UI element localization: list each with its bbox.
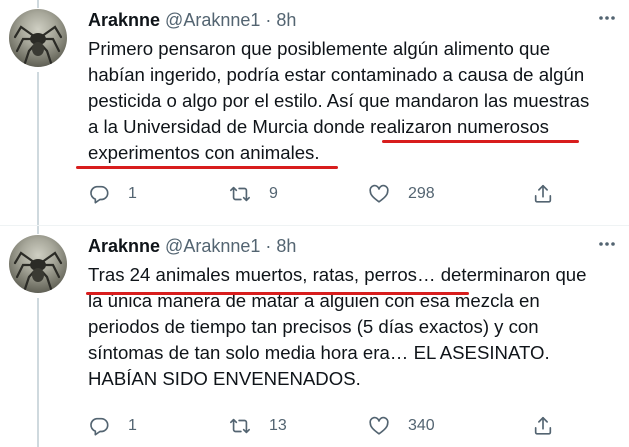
tweet-text: Tras 24 animales muertos, ratas, perros…… <box>88 264 587 389</box>
red-underline <box>76 166 338 169</box>
retweet-icon <box>230 186 250 202</box>
author-handle[interactable]: @Araknne1 <box>165 10 260 30</box>
timestamp[interactable]: 8h <box>276 10 296 30</box>
tweet-1[interactable]: Araknne @Araknne1 · 8h Primero pensaron … <box>0 0 629 226</box>
like-icon <box>369 416 389 435</box>
retweet-count: 9 <box>269 185 278 202</box>
tweet-header: Araknne @Araknne1 · 8h <box>88 9 296 31</box>
red-underline <box>86 292 469 295</box>
share-button[interactable] <box>532 181 554 207</box>
retweet-icon <box>230 418 250 434</box>
thread-line <box>37 298 39 447</box>
thread-line <box>37 72 39 226</box>
reply-button[interactable]: 1 <box>88 413 137 439</box>
avatar[interactable] <box>9 235 67 293</box>
retweet-button[interactable]: 9 <box>229 181 278 207</box>
share-icon <box>534 184 552 203</box>
like-icon <box>369 184 389 203</box>
more-icon[interactable] <box>595 232 619 256</box>
reply-count: 1 <box>128 417 137 434</box>
more-icon[interactable] <box>595 6 619 30</box>
tweet-actions: 1 13 340 <box>88 413 558 439</box>
author-handle[interactable]: @Araknne1 <box>165 236 260 256</box>
like-count: 298 <box>408 185 435 202</box>
retweet-button[interactable]: 13 <box>229 413 287 439</box>
separator-dot: · <box>265 10 272 30</box>
avatar[interactable] <box>9 9 67 67</box>
reply-count: 1 <box>128 185 137 202</box>
retweet-count: 13 <box>269 417 287 434</box>
thread-line-top <box>37 226 39 234</box>
author-name[interactable]: Araknne <box>88 10 160 30</box>
tweet-divider <box>0 225 629 226</box>
share-button[interactable] <box>532 413 554 439</box>
like-button[interactable]: 298 <box>368 181 435 207</box>
thread-line-top <box>37 0 39 8</box>
like-button[interactable]: 340 <box>368 413 435 439</box>
tweet-text: Primero pensaron que posiblemente algún … <box>88 38 590 163</box>
tweet-header: Araknne @Araknne1 · 8h <box>88 235 296 257</box>
separator-dot: · <box>265 236 272 256</box>
tweet-actions: 1 9 298 <box>88 181 558 207</box>
tweet-2[interactable]: Araknne @Araknne1 · 8h Tras 24 animales … <box>0 226 629 447</box>
reply-icon <box>90 185 109 204</box>
red-underline <box>382 140 579 143</box>
author-name[interactable]: Araknne <box>88 236 160 256</box>
share-icon <box>534 416 552 435</box>
like-count: 340 <box>408 417 435 434</box>
timestamp[interactable]: 8h <box>276 236 296 256</box>
reply-button[interactable]: 1 <box>88 181 137 207</box>
reply-icon <box>90 417 109 436</box>
